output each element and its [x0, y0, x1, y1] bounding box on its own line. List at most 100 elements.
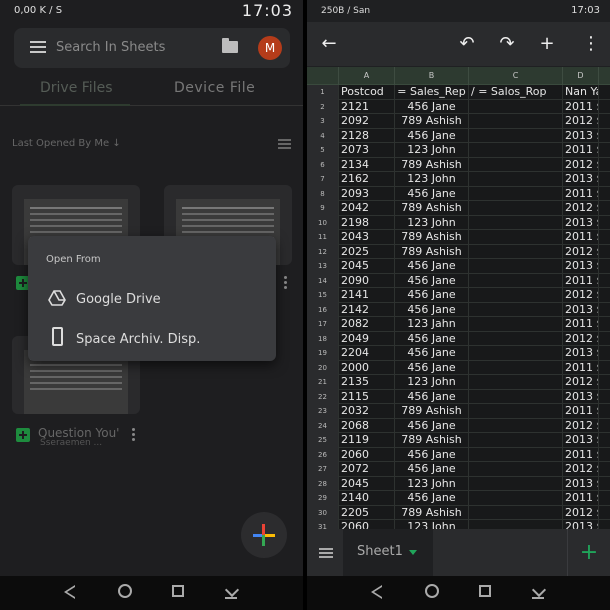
cell-c[interactable]	[469, 186, 563, 201]
cell-b[interactable]: 789 Ashish	[395, 114, 469, 129]
cell-e[interactable]	[599, 172, 610, 187]
cell-c[interactable]	[469, 99, 563, 114]
cell-e[interactable]	[599, 303, 610, 318]
table-row[interactable]: 1Postcod= Sales_Rep/ = Salos_RopNan Ya V	[307, 85, 610, 100]
sort-label[interactable]: Last Opened By Me ↓	[12, 138, 121, 149]
folder-icon[interactable]	[222, 38, 238, 53]
cell-c[interactable]	[469, 288, 563, 303]
back-arrow-icon[interactable]: ←	[319, 34, 339, 54]
table-row[interactable]: 102198123 John 2013 $	[307, 215, 610, 231]
cell-b[interactable]: 456 Jane	[395, 273, 469, 288]
tab-device-file[interactable]: Device File	[174, 80, 255, 96]
cell-d[interactable]: 2013 $	[563, 259, 599, 274]
cell-e[interactable]	[599, 404, 610, 419]
cell-b[interactable]: = Sales_Rep	[395, 85, 469, 100]
row-number[interactable]: 13	[307, 259, 339, 274]
cell-a[interactable]: 2090	[339, 273, 395, 288]
cell-c[interactable]	[469, 520, 563, 529]
cell-e[interactable]	[599, 187, 610, 202]
table-row[interactable]: 252119789 Ashish 2013 $	[307, 433, 610, 448]
cell-e[interactable]	[599, 216, 610, 231]
nav-notification-icon[interactable]	[531, 584, 545, 599]
cell-b[interactable]: 456 Jane	[395, 346, 469, 361]
cell-d[interactable]: 2012 $	[563, 201, 599, 216]
cell-d[interactable]: 2011 $:	[563, 186, 599, 201]
row-number[interactable]: 28	[307, 476, 339, 491]
cell-a[interactable]: 2119	[339, 433, 395, 448]
cell-e[interactable]	[599, 259, 610, 274]
cell-a[interactable]: 2121	[339, 99, 395, 114]
cell-c[interactable]	[469, 317, 563, 332]
cell-c[interactable]	[469, 201, 563, 216]
add-sheet-button[interactable]: +	[573, 537, 605, 569]
cell-d[interactable]: 2013 $	[563, 215, 599, 230]
cell-d[interactable]: 2013 $1	[563, 172, 599, 187]
cell-d[interactable]: 2012 $	[563, 331, 599, 346]
cell-b[interactable]: 789 Ashish	[395, 157, 469, 172]
cell-c[interactable]	[469, 389, 563, 404]
cell-d[interactable]: 2012 $	[563, 157, 599, 172]
table-row[interactable]: 132045456 Jane 2013 $	[307, 259, 610, 274]
cell-b[interactable]: 456 Jane	[395, 491, 469, 506]
column-header-c[interactable]: C	[469, 67, 563, 85]
cell-e[interactable]	[599, 433, 610, 448]
column-header-d[interactable]: D	[563, 67, 599, 85]
cell-c[interactable]	[469, 273, 563, 288]
cell-d[interactable]: 2012 $:	[563, 114, 599, 129]
cell-c[interactable]	[469, 230, 563, 245]
cell-c[interactable]	[469, 259, 563, 274]
cell-c[interactable]	[469, 346, 563, 361]
table-row[interactable]: 62134789 Ashish 2012 $	[307, 157, 610, 173]
cell-e[interactable]	[599, 100, 610, 115]
cell-e[interactable]	[599, 274, 610, 289]
cell-b[interactable]: 456 Jane	[395, 99, 469, 114]
cell-d[interactable]: 2013 $	[563, 128, 599, 143]
row-number[interactable]: 26	[307, 447, 339, 462]
cell-a[interactable]: 2205	[339, 505, 395, 520]
cell-c[interactable]	[469, 462, 563, 477]
cell-b[interactable]: 123 John	[395, 520, 469, 529]
table-row[interactable]: 212135123 John 2012 $	[307, 375, 610, 390]
cell-e[interactable]	[599, 491, 610, 506]
table-row[interactable]: 312060123 John 2013 $	[307, 520, 610, 529]
cell-b[interactable]: 456 Jane	[395, 447, 469, 462]
row-number[interactable]: 20	[307, 360, 339, 375]
cell-b[interactable]: 789 Ashish	[395, 201, 469, 216]
cell-d[interactable]: 2012 $	[563, 462, 599, 477]
row-number[interactable]: 24	[307, 418, 339, 433]
cell-b[interactable]: 123 John	[395, 215, 469, 230]
row-number[interactable]: 25	[307, 433, 339, 448]
cell-a[interactable]: 2141	[339, 288, 395, 303]
row-number[interactable]: 1	[307, 85, 339, 100]
table-row[interactable]: 72162123 John 2013 $1	[307, 172, 610, 187]
table-row[interactable]: 172082123 Jahn 2011 $	[307, 317, 610, 332]
table-row[interactable]: 112043789 Ashish 2011 $	[307, 230, 610, 245]
row-number[interactable]: 2	[307, 99, 339, 114]
add-person-icon[interactable]: +	[537, 34, 557, 54]
nav-home-icon[interactable]	[118, 584, 132, 598]
cell-b[interactable]: 123 John	[395, 375, 469, 390]
cell-a[interactable]: 2045	[339, 259, 395, 274]
cell-b[interactable]: 789 Ashish	[395, 505, 469, 520]
table-row[interactable]: 162142456 Jane 2013 $:	[307, 302, 610, 318]
cell-a[interactable]: 2068	[339, 418, 395, 433]
cell-c[interactable]	[469, 433, 563, 448]
cell-e[interactable]	[599, 114, 610, 129]
cell-a[interactable]: 2045	[339, 476, 395, 491]
cell-b[interactable]: 456 Jane	[395, 259, 469, 274]
cell-a[interactable]: 2142	[339, 302, 395, 317]
tab-drive-files[interactable]: Drive Files	[40, 80, 113, 96]
cell-e[interactable]	[599, 143, 610, 158]
cell-e[interactable]	[599, 477, 610, 492]
cell-a[interactable]: 2092	[339, 114, 395, 129]
cell-b[interactable]: 456 Jane	[395, 462, 469, 477]
nav-back-icon[interactable]	[371, 585, 382, 599]
cell-a[interactable]: 2025	[339, 244, 395, 259]
cell-e[interactable]	[599, 375, 610, 390]
cell-e[interactable]	[599, 390, 610, 405]
cell-b[interactable]: 123 John	[395, 172, 469, 187]
cell-e[interactable]	[599, 158, 610, 173]
table-row[interactable]: 282045123 John 2013 $	[307, 476, 610, 492]
row-number[interactable]: 27	[307, 462, 339, 477]
cell-d[interactable]: 2012 $	[563, 418, 599, 433]
